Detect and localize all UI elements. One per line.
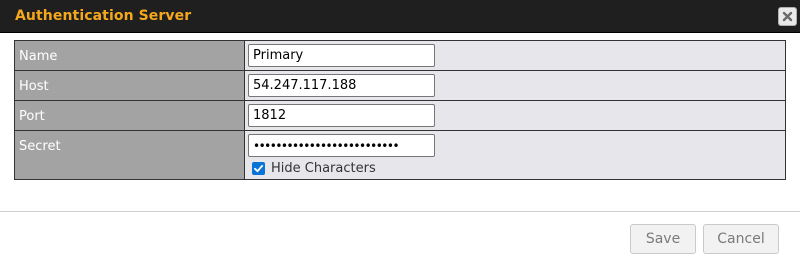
auth-server-form: Name Host Port Secret — [14, 40, 786, 180]
form-row-name: Name — [14, 40, 786, 71]
close-icon — [782, 11, 793, 22]
form-row-secret: Secret Hide Characters — [14, 130, 786, 180]
port-label: Port — [14, 100, 245, 131]
secret-input[interactable] — [248, 134, 435, 157]
hide-characters-checkbox[interactable] — [252, 162, 265, 175]
close-button[interactable] — [778, 7, 797, 26]
secret-label: Secret — [14, 130, 245, 180]
host-label: Host — [14, 70, 245, 101]
form-row-port: Port — [14, 100, 786, 131]
footer-divider — [0, 211, 800, 212]
hide-characters-option: Hide Characters — [248, 161, 785, 176]
name-label: Name — [14, 40, 245, 71]
checkmark-icon — [254, 164, 264, 173]
dialog-titlebar: Authentication Server — [0, 0, 800, 33]
host-input[interactable] — [248, 74, 435, 97]
name-input[interactable] — [248, 44, 435, 67]
port-input[interactable] — [248, 104, 435, 127]
secret-cell: Hide Characters — [244, 130, 786, 180]
cancel-button[interactable]: Cancel — [703, 224, 779, 254]
authentication-server-dialog: Authentication Server Name Host Port — [0, 0, 800, 263]
host-cell — [244, 70, 786, 101]
name-cell — [244, 40, 786, 71]
hide-characters-label[interactable]: Hide Characters — [271, 161, 376, 176]
dialog-title: Authentication Server — [15, 8, 192, 24]
port-cell — [244, 100, 786, 131]
form-row-host: Host — [14, 70, 786, 101]
save-button[interactable]: Save — [630, 224, 696, 254]
